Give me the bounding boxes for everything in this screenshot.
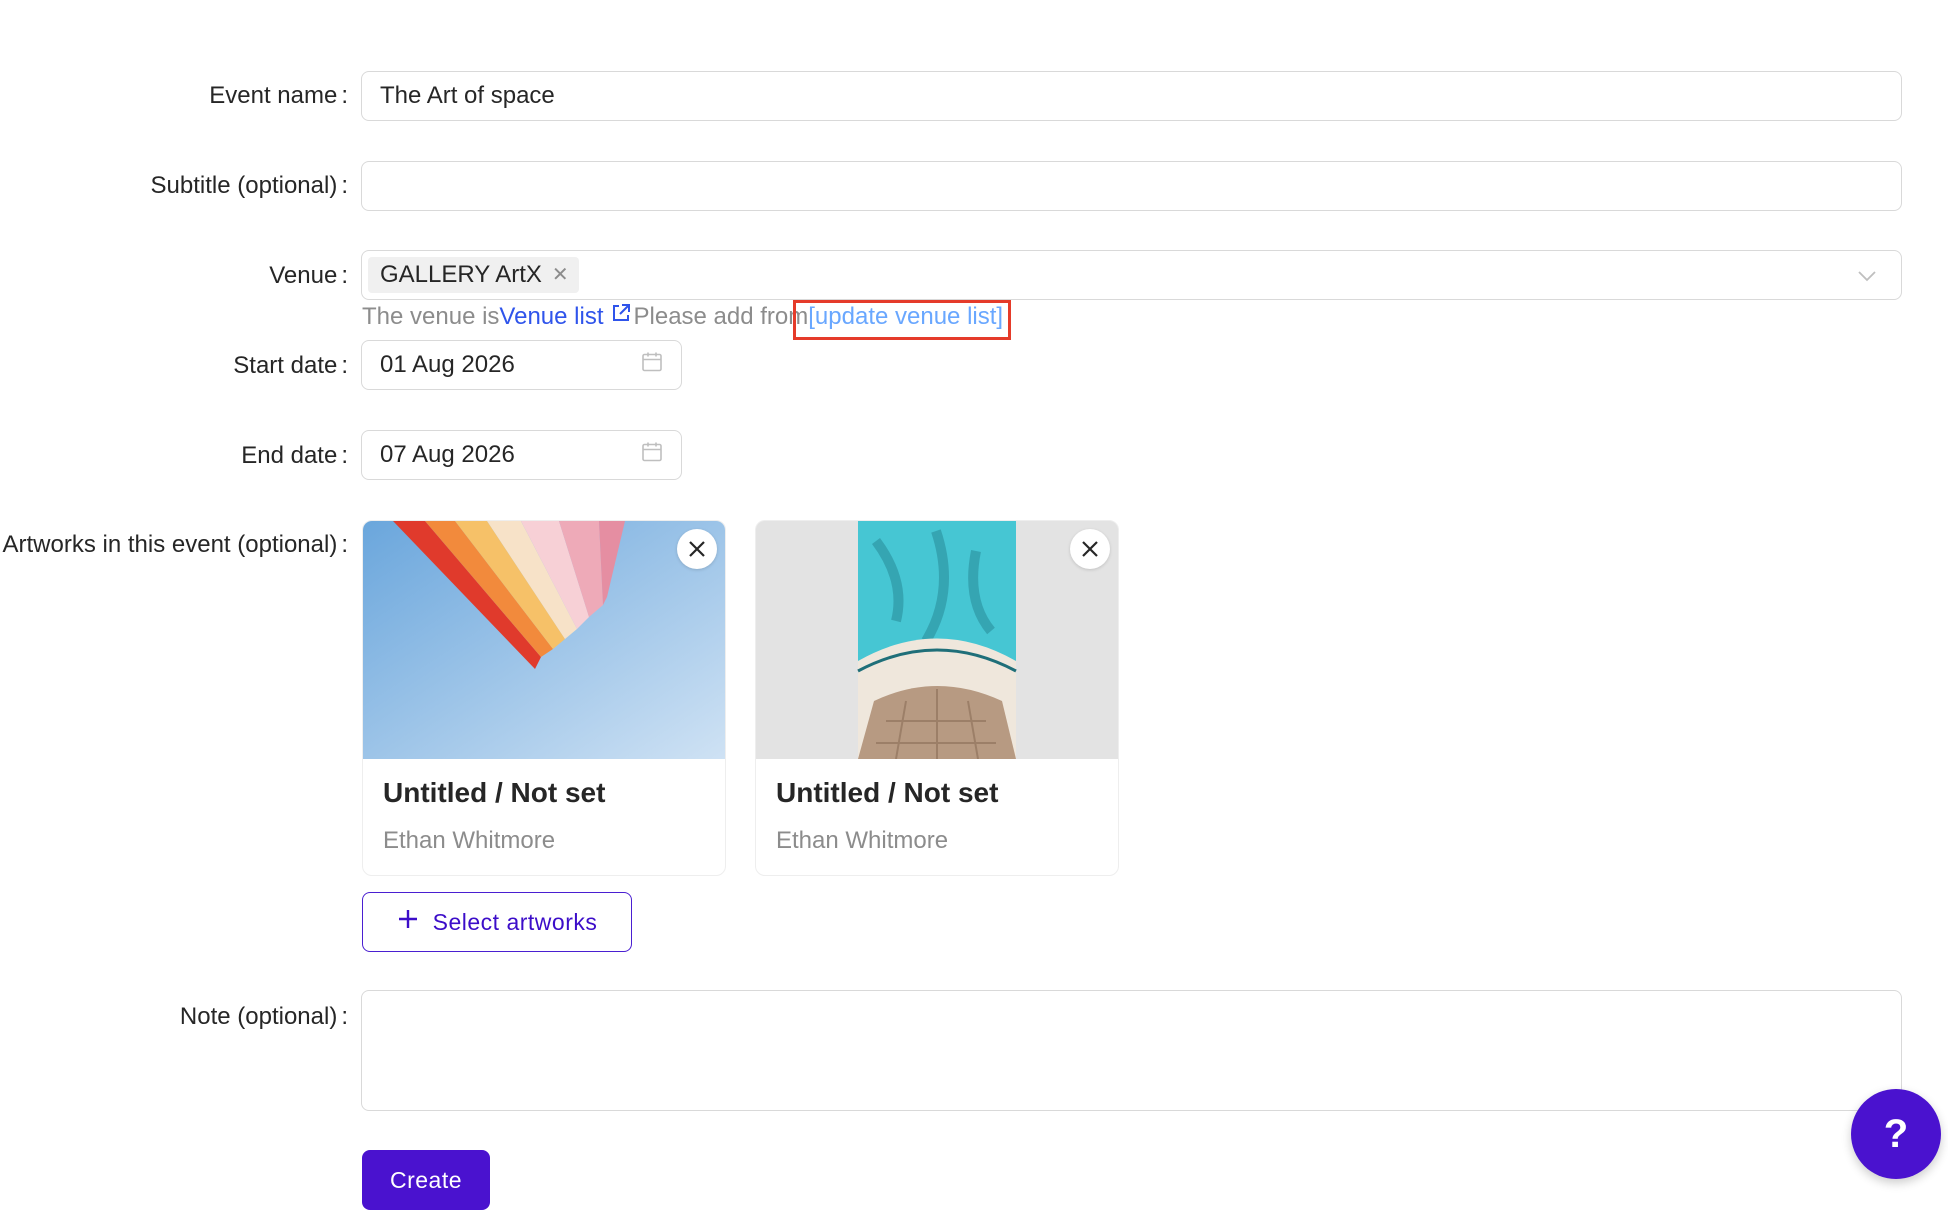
question-icon: ? <box>1883 1111 1909 1156</box>
plus-icon <box>397 908 419 936</box>
subtitle-label: Subtitle (optional): <box>150 172 348 199</box>
calendar-icon[interactable] <box>641 441 663 470</box>
artworks-label: Artworks in this event (optional): <box>2 531 348 558</box>
start-date-label: Start date: <box>233 352 348 379</box>
venue-label: Venue: <box>269 262 348 289</box>
select-artworks-label: Select artworks <box>432 908 598 935</box>
close-icon <box>689 541 705 557</box>
venue-select[interactable]: GALLERY ArtX ✕ <box>361 250 1902 300</box>
venue-tag: GALLERY ArtX ✕ <box>368 257 579 293</box>
help-button[interactable]: ? <box>1851 1089 1941 1179</box>
highlight-box <box>793 300 1011 340</box>
artwork-thumbnail <box>363 521 725 759</box>
venue-list-link[interactable]: Venue list <box>499 303 603 331</box>
event-name-value: The Art of space <box>380 82 555 109</box>
remove-artwork-button[interactable] <box>677 529 717 569</box>
artwork-title: Untitled / Not set <box>776 777 999 808</box>
external-link-icon[interactable] <box>610 302 632 331</box>
subtitle-input[interactable] <box>361 161 1902 211</box>
venue-help-middle: Please add from <box>633 302 809 330</box>
event-name-label: Event name: <box>209 82 348 109</box>
remove-artwork-button[interactable] <box>1070 529 1110 569</box>
create-button-label: Create <box>389 1166 463 1193</box>
start-date-value: 01 Aug 2026 <box>380 351 515 378</box>
artwork-artist: Ethan Whitmore <box>383 827 556 854</box>
end-date-picker[interactable]: 07 Aug 2026 <box>361 430 682 480</box>
tag-remove-icon[interactable]: ✕ <box>552 265 569 285</box>
note-textarea[interactable] <box>361 990 1902 1111</box>
create-button[interactable]: Create <box>362 1150 490 1210</box>
artwork-title: Untitled / Not set <box>383 777 606 808</box>
note-label: Note (optional): <box>179 1003 348 1030</box>
artwork-card[interactable]: Untitled / Not set Ethan Whitmore <box>755 520 1119 876</box>
calendar-icon[interactable] <box>641 351 663 380</box>
artwork-card[interactable]: Untitled / Not set Ethan Whitmore <box>362 520 726 876</box>
chevron-down-icon[interactable] <box>1857 261 1877 289</box>
end-date-value: 07 Aug 2026 <box>380 441 515 468</box>
artwork-thumbnail <box>756 521 1118 759</box>
select-artworks-button[interactable]: Select artworks <box>362 892 632 952</box>
venue-tag-label: GALLERY ArtX <box>380 261 542 288</box>
close-icon <box>1082 541 1098 557</box>
start-date-picker[interactable]: 01 Aug 2026 <box>361 340 682 390</box>
artwork-artist: Ethan Whitmore <box>776 827 949 854</box>
event-name-input[interactable]: The Art of space <box>361 71 1902 121</box>
venue-help-prefix: The venue is <box>362 302 500 330</box>
end-date-label: End date: <box>241 442 348 469</box>
